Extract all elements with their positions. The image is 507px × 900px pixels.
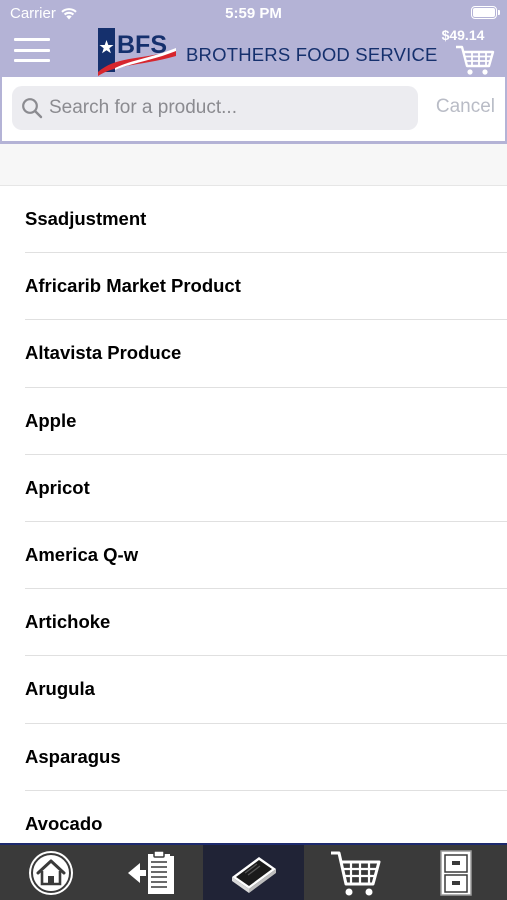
cart-total[interactable]: $49.14 bbox=[433, 27, 493, 43]
search-bar: Cancel bbox=[2, 77, 505, 141]
hamburger-line bbox=[14, 48, 50, 52]
tab-home[interactable] bbox=[0, 845, 101, 900]
list-item[interactable]: Africarib Market Product bbox=[25, 253, 507, 321]
list-item[interactable]: Avocado bbox=[25, 791, 507, 843]
order-list-icon bbox=[128, 849, 175, 894]
logo-text: BFS bbox=[117, 31, 167, 59]
brand-logo[interactable]: BFS BROTHERS FOOD SERVICE bbox=[96, 26, 438, 76]
battery-icon bbox=[471, 6, 500, 19]
tab-cart[interactable] bbox=[304, 845, 405, 900]
list-item[interactable]: America Q-w bbox=[25, 522, 507, 590]
list-item[interactable]: Apricot bbox=[25, 455, 507, 522]
menu-button[interactable] bbox=[14, 38, 50, 62]
search-field[interactable] bbox=[12, 86, 418, 130]
list-item[interactable]: Artichoke bbox=[25, 589, 507, 657]
home-icon bbox=[28, 850, 73, 895]
tab-orders[interactable] bbox=[101, 845, 202, 900]
hamburger-line bbox=[14, 38, 50, 41]
tab-bar bbox=[0, 843, 507, 900]
status-time: 5:59 PM bbox=[225, 5, 282, 22]
list-item[interactable]: Asparagus bbox=[25, 724, 507, 791]
list-item[interactable]: Ssadjustment bbox=[25, 186, 507, 254]
list-header-spacer bbox=[0, 144, 507, 186]
status-bar: Carrier 5:59 PM bbox=[0, 0, 507, 26]
cancel-button[interactable]: Cancel bbox=[436, 96, 495, 118]
hamburger-line bbox=[14, 59, 50, 62]
search-input[interactable] bbox=[49, 97, 409, 119]
brand-name: BROTHERS FOOD SERVICE bbox=[186, 44, 438, 65]
file-cabinet-icon bbox=[440, 849, 473, 896]
catalog-book-icon bbox=[231, 856, 276, 893]
bfs-logo-icon: BFS bbox=[98, 28, 176, 76]
product-list: Ssadjustment Africarib Market Product Al… bbox=[0, 186, 507, 843]
cart-icon[interactable] bbox=[455, 44, 495, 76]
list-item[interactable]: Arugula bbox=[25, 656, 507, 724]
tab-files[interactable] bbox=[406, 845, 507, 900]
list-item[interactable]: Altavista Produce bbox=[25, 320, 507, 388]
list-item[interactable]: Apple bbox=[25, 388, 507, 455]
tab-catalog[interactable] bbox=[202, 845, 305, 900]
search-icon bbox=[22, 98, 43, 119]
cart-icon bbox=[330, 851, 381, 895]
